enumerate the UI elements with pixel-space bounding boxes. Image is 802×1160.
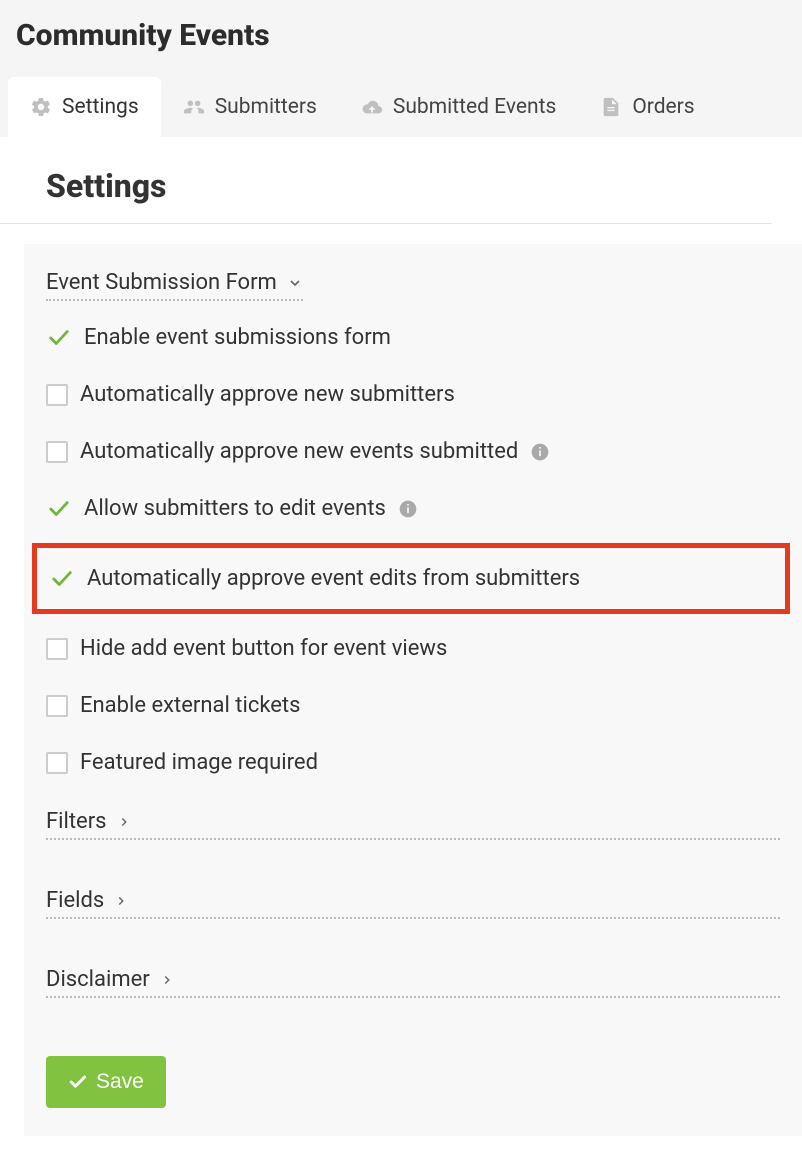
save-button[interactable]: Save (46, 1056, 166, 1108)
chevron-right-icon (117, 815, 131, 829)
expander-fields[interactable]: Fields (46, 888, 780, 919)
option-label: Featured image required (80, 750, 318, 775)
tab-label: Orders (632, 95, 694, 119)
option-row[interactable]: Enable external tickets (46, 693, 780, 718)
info-icon[interactable] (398, 499, 418, 519)
users-icon (183, 96, 205, 118)
check-icon (68, 1072, 88, 1092)
checkmark-icon (46, 498, 72, 520)
tabs-bar: Settings Submitters Submitted Events Ord… (0, 77, 802, 137)
collapsed-sections: Filters Fields Disclaimer (46, 809, 780, 1022)
save-button-label: Save (96, 1070, 144, 1094)
option-label: Allow submitters to edit events (84, 496, 386, 521)
option-label: Enable event submissions form (84, 325, 391, 350)
option-row[interactable]: Allow submitters to edit events (46, 496, 780, 521)
checkbox-empty (46, 752, 68, 774)
tab-submitters[interactable]: Submitters (161, 77, 339, 137)
chevron-right-icon (160, 973, 174, 987)
expander-filters[interactable]: Filters (46, 809, 780, 840)
option-label: Automatically approve new submitters (80, 382, 455, 407)
cloud-upload-icon (361, 96, 383, 118)
option-label: Automatically approve event edits from s… (87, 566, 580, 591)
tab-label: Settings (62, 95, 139, 119)
option-row[interactable]: Featured image required (46, 750, 780, 775)
option-row[interactable]: Hide add event button for event views (46, 636, 780, 661)
checkmark-icon (46, 327, 72, 349)
tab-submitted-events[interactable]: Submitted Events (339, 77, 578, 137)
checkbox-empty (46, 441, 68, 463)
section-title: Settings (0, 167, 772, 224)
option-row[interactable]: Enable event submissions form (46, 325, 780, 350)
expander-event-submission-form[interactable]: Event Submission Form (46, 270, 303, 301)
option-row[interactable]: Automatically approve new submitters (46, 382, 780, 407)
tab-settings[interactable]: Settings (8, 77, 161, 137)
options-list: Enable event submissions form Automatical… (46, 325, 780, 775)
option-label: Automatically approve new events submitt… (80, 439, 518, 464)
checkmark-icon (49, 568, 75, 590)
gear-icon (30, 96, 52, 118)
checkbox-empty (46, 384, 68, 406)
expander-label: Disclaimer (46, 967, 150, 992)
chevron-right-icon (114, 894, 128, 908)
tab-orders[interactable]: Orders (578, 77, 716, 137)
tab-label: Submitters (215, 95, 317, 119)
expander-label: Fields (46, 888, 104, 913)
option-row[interactable]: Automatically approve event edits from s… (49, 566, 773, 591)
highlighted-option: Automatically approve event edits from s… (32, 543, 790, 614)
expander-label: Filters (46, 809, 107, 834)
page-title: Community Events (16, 18, 786, 53)
expander-label: Event Submission Form (46, 270, 277, 295)
option-row[interactable]: Automatically approve new events submitt… (46, 439, 780, 464)
info-icon[interactable] (530, 442, 550, 462)
option-label: Enable external tickets (80, 693, 300, 718)
checkbox-empty (46, 638, 68, 660)
tab-label: Submitted Events (393, 95, 556, 119)
option-label: Hide add event button for event views (80, 636, 447, 661)
settings-panel: Event Submission Form Enable event submi… (24, 244, 802, 1136)
document-icon (600, 96, 622, 118)
expander-disclaimer[interactable]: Disclaimer (46, 967, 780, 998)
chevron-down-icon (287, 275, 303, 291)
checkbox-empty (46, 695, 68, 717)
